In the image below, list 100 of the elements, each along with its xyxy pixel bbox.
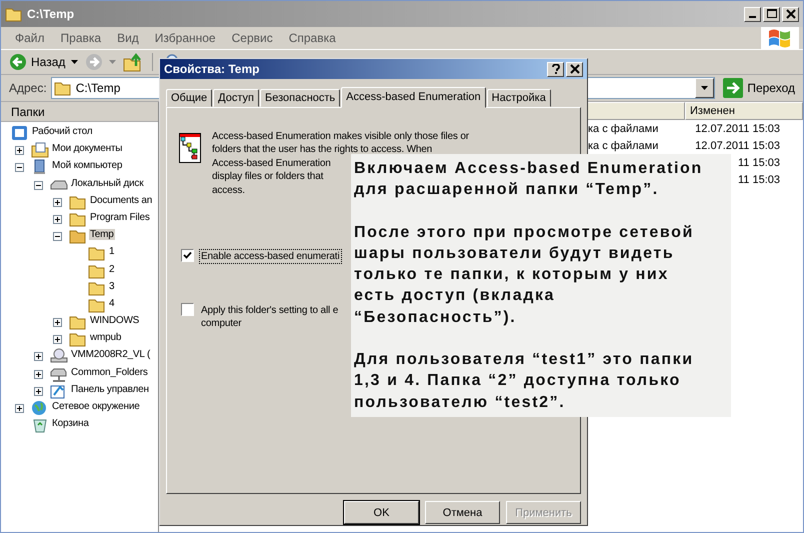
tree-item[interactable]: Мой компьютер: [51, 160, 124, 172]
tree-item[interactable]: Локальный диск: [70, 178, 144, 189]
folder-icon: [88, 280, 106, 296]
tree-item[interactable]: Сетевое окружение: [51, 401, 141, 412]
checkbox-label[interactable]: Apply this folder's setting to all e computer: [199, 303, 340, 332]
folder-up-icon[interactable]: [123, 52, 144, 72]
close-icon: [786, 9, 796, 19]
documents-icon: [31, 142, 49, 158]
tree-item[interactable]: 4: [108, 298, 116, 309]
note-paragraph: После этого при просмотре сетевой шары пользователи будут видеть только те папки, к которым у них есть доступ (вкладка “Безопасность”).: [354, 222, 695, 328]
checkmark-icon: [183, 251, 192, 260]
flag-icon: [767, 27, 793, 49]
question-mark-icon: [552, 64, 560, 74]
globe-icon: [31, 400, 49, 416]
menu-item[interactable]: Правка: [52, 31, 110, 45]
checkbox-label[interactable]: Enable access-based enumerati: [199, 249, 342, 264]
dialog-title: Свойства: Temp: [164, 62, 260, 76]
dropdown-arrow-icon[interactable]: [71, 60, 80, 64]
tab[interactable]: Access-based Enumeration: [341, 87, 486, 108]
description-line: access.: [212, 184, 245, 198]
checkbox[interactable]: [181, 249, 194, 262]
folder-icon: [69, 194, 87, 210]
description-line: display files or folders that: [212, 170, 324, 184]
recycle-bin-icon: [31, 417, 49, 434]
description-line: Access-based Enumeration makes visible only those files or: [212, 130, 469, 144]
expand-icon[interactable]: [15, 146, 24, 156]
menu-item[interactable]: Избранное: [146, 31, 224, 45]
network-drive-icon: [50, 366, 68, 382]
tree-item[interactable]: VMM2008R2_VL (: [70, 349, 152, 360]
tree-item[interactable]: Панель управлен: [70, 384, 150, 395]
expand-icon[interactable]: [53, 198, 62, 207]
folder-icon: [88, 296, 106, 313]
note-paragraph: Для пользователя “test1” это папки 1,3 и 4. Папка “2” доступна только пользователю “test2”.: [354, 350, 695, 413]
collapse-icon[interactable]: [34, 180, 43, 190]
tree-item[interactable]: 1: [108, 246, 116, 258]
tree-item[interactable]: wmpub: [89, 332, 122, 344]
close-button[interactable]: [566, 62, 583, 76]
folder-icon: [88, 262, 106, 278]
table-cell: 12.07.2011 15:03: [695, 140, 780, 152]
minimize-button[interactable]: [744, 6, 761, 22]
tree-item[interactable]: WINDOWS: [89, 315, 140, 326]
help-button[interactable]: [547, 62, 564, 76]
back-button[interactable]: Назад: [9, 53, 66, 71]
folder-icon: [69, 210, 87, 227]
menu-item[interactable]: Сервис: [224, 31, 281, 45]
description-line: Access-based Enumeration: [212, 156, 331, 170]
cancel-button[interactable]: Отмена: [425, 501, 500, 524]
dropdown-arrow-icon: [700, 86, 709, 90]
tree-item[interactable]: Temp: [89, 229, 115, 240]
table-cell: ка с файлами: [588, 122, 658, 134]
tree-diagram-icon: [179, 133, 201, 163]
window-title: C:\Temp: [27, 7, 76, 21]
expand-icon[interactable]: [34, 370, 43, 379]
tree-item[interactable]: 2: [108, 264, 116, 274]
tree-item[interactable]: Program Files: [89, 212, 151, 223]
tab[interactable]: Настройка: [486, 89, 551, 107]
tab[interactable]: Безопасность: [260, 89, 340, 107]
folder-icon: [69, 331, 87, 348]
column-header[interactable]: Изменен: [685, 102, 803, 120]
collapse-icon[interactable]: [53, 232, 62, 242]
table-cell: 12.07.2011 15:03: [695, 122, 780, 134]
expand-icon[interactable]: [34, 386, 43, 396]
maximize-button[interactable]: [763, 6, 780, 22]
expand-icon[interactable]: [53, 335, 62, 344]
close-icon: [570, 64, 580, 74]
desktop-icon: [11, 125, 29, 141]
table-cell: ка с файлами: [588, 140, 658, 152]
tree-item[interactable]: Common_Folders: [70, 366, 149, 378]
column-header[interactable]: [585, 102, 685, 120]
folder-icon: [88, 245, 106, 262]
tree-item[interactable]: Documents an: [89, 194, 154, 206]
menu-item[interactable]: Вид: [109, 31, 147, 45]
tab[interactable]: Доступ: [213, 89, 259, 107]
expand-icon[interactable]: [53, 214, 62, 224]
expand-icon[interactable]: [53, 318, 62, 328]
folder-icon: [69, 314, 87, 330]
folder-icon: [54, 80, 72, 96]
ok-button[interactable]: OK: [344, 501, 419, 524]
description-line: folders that the user has the rights to access. When: [212, 143, 432, 157]
tree-item[interactable]: Мои документы: [51, 143, 124, 154]
folder-icon: [69, 228, 87, 244]
note-paragraph: Включаем Access-based Enumeration для расшаренной папки “Temp”.: [354, 159, 704, 200]
go-button[interactable]: Переход: [719, 78, 799, 98]
close-button[interactable]: [782, 6, 799, 22]
menu-item[interactable]: Файл: [7, 31, 53, 45]
checkbox[interactable]: [181, 303, 194, 316]
folder-icon: [5, 6, 23, 22]
expand-icon[interactable]: [15, 404, 24, 413]
menu-item[interactable]: Справка: [280, 31, 344, 45]
tree-item[interactable]: Рабочий стол: [31, 126, 94, 137]
minimize-icon: [749, 16, 756, 18]
expand-icon[interactable]: [34, 352, 43, 362]
dropdown-button[interactable]: [695, 78, 714, 98]
collapse-icon[interactable]: [15, 163, 24, 172]
pane-title: Папки: [11, 104, 45, 118]
maximize-icon: [766, 9, 776, 19]
tree-item[interactable]: Корзина: [51, 418, 90, 430]
address-label: Адрес:: [9, 81, 47, 95]
tab[interactable]: Общие: [166, 89, 212, 107]
tree-item[interactable]: 3: [108, 280, 116, 292]
